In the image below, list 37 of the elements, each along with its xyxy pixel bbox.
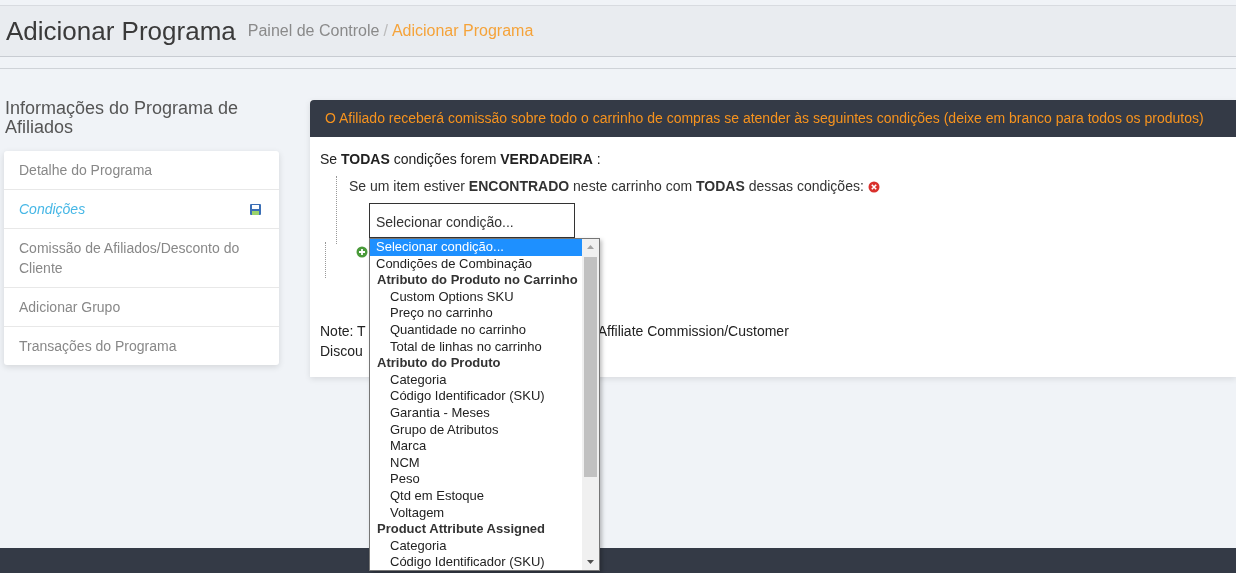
dropdown-option[interactable]: Quantidade no carrinho <box>370 321 582 339</box>
remove-icon[interactable] <box>867 180 880 193</box>
note-text: Affiliate Commission/Customer <box>597 322 789 341</box>
dropdown-option[interactable]: Peso <box>370 471 582 488</box>
sidebar-item[interactable]: Transações do Programa <box>4 327 279 365</box>
sidebar-item[interactable]: Adicionar Grupo <box>4 288 279 327</box>
panel-heading: O Afiliado receberá comissão sobre todo o carrinho de compras se atender às seguintes condições (deixe em branco para todos os produtos) <box>310 100 1236 137</box>
rule-text: Se TODAS condições forem VERDADEIRA : <box>320 150 602 169</box>
dropdown-option[interactable]: Condições de Combinação <box>370 255 582 273</box>
dropdown-option[interactable]: Qtd em Estoque <box>370 487 582 505</box>
sidebar-item[interactable]: Comissão de Afiliados/Desconto do Cliente <box>4 229 279 288</box>
dropdown-option[interactable]: Categoria <box>370 371 582 389</box>
dropdown-option[interactable]: Total de linhas no carrinho <box>370 338 582 356</box>
dropdown-option[interactable]: Código Identificador (SKU) <box>370 388 582 405</box>
scrollbar[interactable] <box>582 239 599 570</box>
dropdown-option[interactable]: Marca <box>370 438 582 455</box>
add-icon[interactable] <box>356 246 368 258</box>
dropdown-option[interactable]: Voltagem <box>370 504 582 522</box>
condition-select[interactable]: Selecionar condição... <box>369 203 575 238</box>
breadcrumb-current: Adicionar Programa <box>391 21 534 41</box>
page-title: Adicionar Programa <box>6 14 236 48</box>
dropdown-option[interactable]: Grupo de Atributos <box>370 421 582 439</box>
dropdown-option[interactable]: Garantia - Meses <box>370 404 582 422</box>
note-text: Note: T <box>320 322 366 341</box>
breadcrumb-separator: / <box>383 21 388 41</box>
option-group-label: Atributo do Produto no Carrinho <box>376 272 579 289</box>
dropdown-option[interactable]: NCM <box>370 454 582 472</box>
dropdown-option[interactable]: Categoria <box>370 537 582 555</box>
dropdown-option[interactable]: Custom Options SKU <box>370 288 582 306</box>
dropdown-option[interactable]: Preço no carrinho <box>370 305 582 322</box>
note-text: Discou <box>320 343 363 359</box>
condition-text: Se um item estiver ENCONTRADO neste carrinho com TODAS dessas condições: <box>349 177 864 196</box>
sidebar-item[interactable]: Detalhe do Programa <box>4 151 279 190</box>
option-group-label: Atributo do Produto <box>376 355 502 372</box>
dropdown-option[interactable]: Código Identificador (SKU) <box>370 554 582 570</box>
sidebar-title: Informações do Programa de Afiliados <box>4 97 240 137</box>
option-group-label: Product Attribute Assigned <box>376 521 547 538</box>
